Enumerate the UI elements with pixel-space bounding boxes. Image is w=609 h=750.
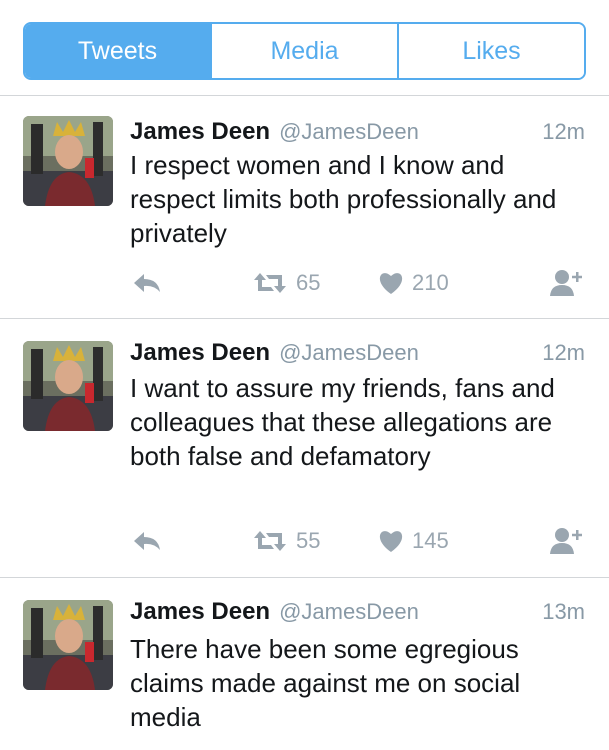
heart-icon [378, 529, 404, 553]
follow-user-icon [550, 526, 584, 554]
avatar[interactable] [23, 116, 113, 206]
author-name[interactable]: James Deen [130, 339, 270, 367]
tweet-text: There have been some egregious claims ma… [130, 634, 521, 732]
tweet-actions: 55 145 [0, 522, 609, 562]
like-button[interactable]: 145 [378, 528, 449, 554]
reply-icon [132, 530, 162, 552]
avatar[interactable] [23, 341, 113, 431]
like-button[interactable]: 210 [378, 270, 449, 296]
follow-user-icon [550, 268, 584, 296]
tweet-actions: 65 210 [0, 264, 609, 304]
author-name[interactable]: James Deen [130, 118, 270, 146]
reply-icon [132, 272, 162, 294]
author-handle[interactable]: @JamesDeen [279, 119, 419, 145]
retweet-button[interactable]: 55 [252, 528, 320, 554]
like-count: 210 [412, 270, 449, 295]
retweet-icon [252, 271, 288, 295]
retweet-button[interactable]: 65 [252, 270, 320, 296]
follow-button[interactable] [550, 526, 584, 554]
heart-icon [378, 271, 404, 295]
tweet-item[interactable]: James Deen @JamesDeen 13m There have bee… [0, 578, 609, 750]
author-handle[interactable]: @JamesDeen [279, 599, 419, 625]
reply-button[interactable] [132, 530, 162, 552]
tweet-text: I respect women and I know and respect l… [130, 150, 557, 248]
follow-button[interactable] [550, 268, 584, 296]
tweet-timestamp: 12m [542, 119, 585, 144]
tweet-timestamp: 13m [542, 599, 585, 624]
tweet-text: I want to assure my friends, fans and co… [130, 373, 555, 471]
retweet-count: 55 [296, 528, 321, 553]
reply-button[interactable] [132, 272, 162, 294]
retweet-icon [252, 529, 288, 553]
tweet-header: James Deen @JamesDeen 12m [130, 118, 585, 148]
tab-likes[interactable]: Likes [397, 24, 584, 78]
tab-tweets[interactable]: Tweets [25, 24, 210, 78]
tweet-header: James Deen @JamesDeen 12m [130, 339, 585, 369]
author-name[interactable]: James Deen [130, 598, 270, 626]
tab-media[interactable]: Media [210, 24, 397, 78]
tweet-item[interactable]: James Deen @JamesDeen 12m I want to assu… [0, 319, 609, 577]
tweet-timestamp: 12m [542, 340, 585, 365]
tweet-item[interactable]: James Deen @JamesDeen 12m I respect wome… [0, 96, 609, 318]
profile-tabs: Tweets Media Likes [23, 22, 586, 80]
avatar[interactable] [23, 600, 113, 690]
tweet-header: James Deen @JamesDeen 13m [130, 598, 585, 628]
author-handle[interactable]: @JamesDeen [279, 340, 419, 366]
like-count: 145 [412, 528, 449, 553]
retweet-count: 65 [296, 270, 321, 295]
